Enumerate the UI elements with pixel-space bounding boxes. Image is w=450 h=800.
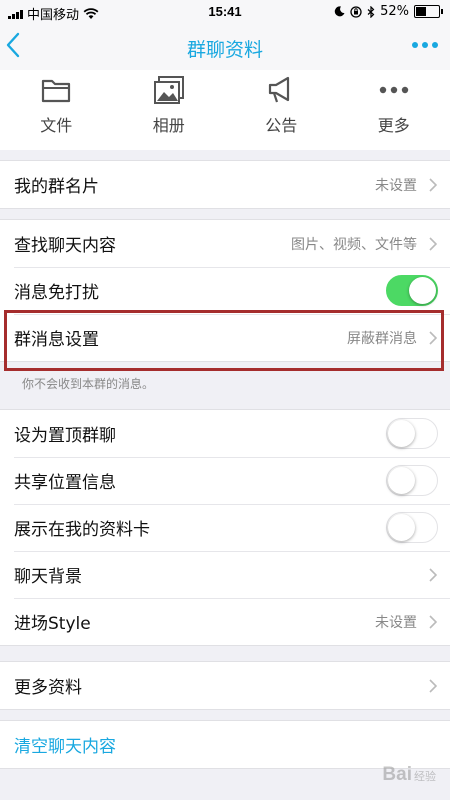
- chat-options-section: 设为置顶群聊 共享位置信息 展示在我的资料卡 聊天背景 进场Style 未设置: [0, 409, 450, 646]
- do-not-disturb-toggle[interactable]: [386, 275, 438, 306]
- clear-history-section: 清空聊天内容: [0, 720, 450, 769]
- row-title: 展示在我的资料卡: [14, 520, 150, 540]
- nav-bar: 群聊资料: [0, 24, 450, 71]
- photo-album-icon: [153, 76, 184, 104]
- search-chat-row[interactable]: 查找聊天内容 图片、视频、文件等: [0, 220, 450, 267]
- chevron-right-icon: [429, 615, 437, 629]
- album-action[interactable]: 相册: [113, 70, 226, 150]
- message-settings-hint: 你不会收到本群的消息。: [22, 377, 155, 391]
- battery-icon: [414, 5, 443, 18]
- row-value: 未设置: [375, 177, 417, 194]
- show-on-profile-toggle[interactable]: [386, 512, 438, 543]
- chevron-right-icon: [429, 178, 437, 192]
- chat-background-row[interactable]: 聊天背景: [0, 551, 450, 598]
- do-not-disturb-row: 消息免打扰: [0, 267, 450, 314]
- chevron-right-icon: [429, 679, 437, 693]
- row-title: 更多资料: [14, 678, 82, 698]
- status-right: 52%: [334, 4, 443, 19]
- row-title: 我的群名片: [14, 177, 99, 197]
- more-label: 更多: [377, 116, 410, 135]
- more-dots-icon: [379, 86, 408, 94]
- files-label: 文件: [40, 116, 73, 135]
- baidu-watermark: Bai 经验: [382, 764, 436, 786]
- group-card-section: 我的群名片 未设置: [0, 160, 450, 209]
- row-title: 消息免打扰: [14, 283, 99, 303]
- share-location-row: 共享位置信息: [0, 457, 450, 504]
- chevron-right-icon: [429, 568, 437, 582]
- share-location-toggle[interactable]: [386, 465, 438, 496]
- show-on-profile-row: 展示在我的资料卡: [0, 504, 450, 551]
- row-title: 共享位置信息: [14, 473, 116, 493]
- orientation-lock-icon: [350, 5, 362, 18]
- watermark-text: Bai: [382, 764, 412, 785]
- page-title: 群聊资料: [186, 39, 263, 61]
- battery-fill: [416, 7, 427, 16]
- row-title: 进场Style: [14, 614, 91, 634]
- moon-icon: [334, 6, 345, 17]
- row-title: 清空聊天内容: [14, 737, 116, 757]
- more-action[interactable]: 更多: [338, 70, 450, 150]
- more-info-row[interactable]: 更多资料: [0, 662, 450, 709]
- announcement-action[interactable]: 公告: [225, 70, 338, 150]
- files-action[interactable]: 文件: [0, 70, 113, 150]
- row-title: 查找聊天内容: [14, 236, 116, 256]
- group-card-row[interactable]: 我的群名片 未设置: [0, 161, 450, 208]
- watermark-sub: 经验: [414, 771, 436, 783]
- chevron-right-icon: [429, 237, 437, 251]
- pin-chat-row: 设为置顶群聊: [0, 410, 450, 457]
- highlight-box: [4, 310, 444, 371]
- row-value: 未设置: [375, 614, 417, 631]
- more-menu-button[interactable]: [412, 42, 438, 48]
- more-horizontal-icon: [412, 42, 418, 48]
- row-title: 聊天背景: [14, 567, 82, 587]
- clear-history-button[interactable]: 清空聊天内容: [0, 721, 450, 768]
- megaphone-icon: [269, 76, 290, 103]
- more-info-section: 更多资料: [0, 661, 450, 710]
- pin-chat-toggle[interactable]: [386, 418, 438, 449]
- row-title: 设为置顶群聊: [14, 426, 116, 446]
- announcement-label: 公告: [265, 116, 298, 135]
- bluetooth-icon: [367, 5, 375, 18]
- status-bar: 中国移动 15:41 52%: [0, 0, 450, 24]
- battery-percent: 52%: [380, 4, 409, 19]
- quick-actions: 文件 相册 公告 更多: [0, 70, 450, 150]
- album-label: 相册: [152, 116, 185, 135]
- entry-style-row[interactable]: 进场Style 未设置: [0, 598, 450, 645]
- folder-icon: [42, 79, 71, 103]
- row-value: 图片、视频、文件等: [291, 236, 417, 253]
